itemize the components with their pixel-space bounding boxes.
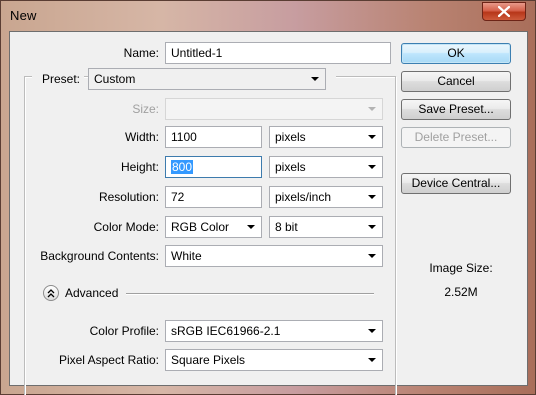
height-unit-select[interactable]: pixels xyxy=(269,156,383,178)
pixel-aspect-ratio-label: Pixel Aspect Ratio: xyxy=(58,353,159,367)
background-contents-value: White xyxy=(171,249,202,263)
size-label: Size: xyxy=(132,102,159,116)
advanced-label: Advanced xyxy=(65,286,119,300)
preset-select[interactable]: Custom xyxy=(88,68,326,90)
chevron-down-icon xyxy=(311,77,319,81)
dialog-body: Name: Untitled-1 Preset: Custom Size: Wi… xyxy=(9,31,528,395)
title-bar[interactable]: New xyxy=(1,1,535,31)
chevron-down-icon xyxy=(368,254,376,258)
color-mode-value: RGB Color xyxy=(171,220,230,234)
resolution-label: Resolution: xyxy=(98,190,159,204)
height-value-selected: 800 xyxy=(171,160,194,174)
pixel-aspect-ratio-select[interactable]: Square Pixels xyxy=(165,349,383,371)
close-icon xyxy=(498,6,510,17)
name-label: Name: xyxy=(123,46,159,60)
bit-depth-value: 8 bit xyxy=(275,220,298,234)
window-title: New xyxy=(10,8,37,23)
advanced-toggle-button[interactable] xyxy=(43,285,59,301)
color-mode-select[interactable]: RGB Color xyxy=(165,216,262,238)
background-contents-label: Background Contents: xyxy=(40,249,159,263)
height-label: Height: xyxy=(120,160,159,174)
pixel-aspect-ratio-value: Square Pixels xyxy=(171,353,246,367)
dialog-window: New Name: Untitled-1 Preset: Custom Size… xyxy=(0,0,536,395)
chevron-down-icon xyxy=(368,107,376,111)
color-profile-value: sRGB IEC61966-2.1 xyxy=(171,324,281,338)
group-label-gap xyxy=(326,68,336,80)
image-size-label: Image Size: xyxy=(429,261,493,275)
width-label: Width: xyxy=(124,130,159,144)
ok-button[interactable]: OK xyxy=(401,43,511,64)
chevron-down-icon xyxy=(247,225,255,229)
size-select xyxy=(165,98,383,120)
preset-label: Preset: xyxy=(32,72,85,86)
width-input[interactable]: 1100 xyxy=(165,126,262,148)
chevron-down-icon xyxy=(368,195,376,199)
chevron-down-icon xyxy=(368,329,376,333)
color-profile-select[interactable]: sRGB IEC61966-2.1 xyxy=(165,320,383,342)
name-input[interactable]: Untitled-1 xyxy=(165,42,391,64)
width-unit-value: pixels xyxy=(275,130,306,144)
close-button[interactable] xyxy=(482,2,526,21)
chevron-down-icon xyxy=(368,225,376,229)
background-contents-select[interactable]: White xyxy=(165,245,383,267)
resolution-input[interactable]: 72 xyxy=(165,186,262,208)
preset-value: Custom xyxy=(94,72,136,86)
device-central-button[interactable]: Device Central... xyxy=(401,173,511,194)
resolution-unit-select[interactable]: pixels/inch xyxy=(269,186,383,208)
bit-depth-select[interactable]: 8 bit xyxy=(269,216,383,238)
chevron-down-icon xyxy=(368,135,376,139)
delete-preset-button: Delete Preset... xyxy=(401,127,511,148)
save-preset-button[interactable]: Save Preset... xyxy=(401,99,511,120)
double-chevron-up-icon xyxy=(47,288,55,297)
color-profile-label: Color Profile: xyxy=(89,324,159,338)
color-mode-label: Color Mode: xyxy=(93,220,159,234)
advanced-divider xyxy=(126,293,374,295)
chevron-down-icon xyxy=(368,165,376,169)
resolution-unit-value: pixels/inch xyxy=(275,190,332,204)
height-input[interactable]: 800 xyxy=(165,156,262,178)
width-unit-select[interactable]: pixels xyxy=(269,126,383,148)
cancel-button[interactable]: Cancel xyxy=(401,71,511,92)
chevron-down-icon xyxy=(368,358,376,362)
image-size-value: 2.52M xyxy=(444,285,478,299)
height-unit-value: pixels xyxy=(275,160,306,174)
